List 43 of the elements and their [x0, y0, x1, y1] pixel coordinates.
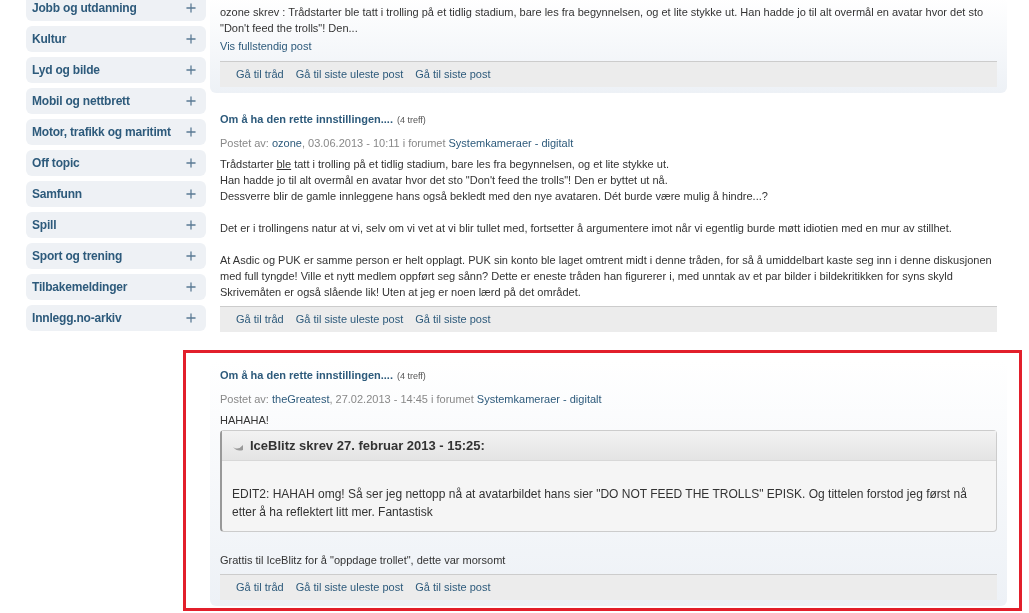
category-item[interactable]: Kultur — [26, 26, 206, 52]
hit-count: (4 treff) — [397, 369, 426, 383]
show-full-post-link[interactable]: Vis fullstendig post — [220, 38, 997, 55]
post-text: Dessverre blir de gamle innleggene hans også bekledt med den nye avataren. Dét burde være mulig å hindre...? — [220, 188, 769, 204]
meta-text: Postet av: — [220, 392, 270, 407]
meta-text: , 27.02.2013 - 14:45 i forumet — [329, 392, 475, 407]
category-item[interactable]: Sport og trening — [26, 243, 206, 269]
action-link[interactable]: Gå til tråd — [236, 310, 284, 328]
post-text: ozone skrev : Trådstarter ble tatt i trolling på et tidlig stadium, bare les fra begynnelsen, og et lite stykke ut. Han hadde jo til alt overmål en avatar hvor det sto "Don't feed the trolls"! Den... — [220, 5, 985, 36]
post-text: Grattis til IceBlitz for å "oppdage trollet", dette var morsomt — [220, 553, 507, 568]
action-link[interactable]: Gå til siste uleste post — [295, 65, 404, 83]
action-link[interactable]: Gå til tråd — [236, 579, 284, 596]
forum-link[interactable]: Systemkameraer - digitalt — [476, 391, 602, 408]
category-item[interactable]: Off topic — [26, 150, 206, 176]
action-link[interactable]: Gå til tråd — [236, 65, 284, 83]
category-item[interactable]: Tilbakemeldinger — [26, 274, 206, 300]
post-text: Skrivemåten er også slående lik! Uten at jeg er noen lærd på det området. — [220, 284, 582, 300]
thread-title-link[interactable]: Om å ha den rette innstillingen.... — [220, 110, 393, 127]
action-link[interactable]: Gå til siste uleste post — [295, 310, 404, 328]
post-text: HAHAHA! — [220, 412, 270, 428]
meta-text: Postet av: — [220, 136, 270, 151]
meta-text: , 03.06.2013 - 10:11 i forumet — [301, 136, 447, 151]
action-link[interactable]: Gå til siste post — [415, 579, 491, 596]
quote-text: EDIT2: HAHAH omg! Så ser jeg nettopp nå at avatarbildet hans sier "DO NOT FEED THE TROLLS" EPISK. Og tittelen forstod jeg først nå etter å ha reflektert litt mer. Fantastisk — [231, 486, 968, 521]
action-link[interactable]: Gå til siste post — [415, 65, 491, 83]
post-text: Han hadde jo til alt overmål en avatar hvor det sto "Don't feed the trolls"! Den er byttet ut nå. — [220, 172, 669, 188]
thread-title-link[interactable]: Om å ha den rette innstillingen.... — [220, 366, 393, 383]
category-item[interactable]: Lyd og bilde — [26, 57, 206, 83]
forum-link[interactable]: Systemkameraer - digitalt — [448, 135, 574, 152]
quote-header: IceBlitz skrev 27. februar 2013 - 15:25: — [250, 436, 485, 455]
action-link[interactable]: Gå til siste uleste post — [295, 579, 404, 596]
category-item[interactable]: Mobil og nettbrett — [26, 88, 206, 114]
category-item[interactable]: Jobb og utdanning — [26, 0, 206, 21]
post-text: Trådstarter ble tatt i trolling på et tidlig stadium, bare les fra begynnelsen, og et lite stykke ut. — [220, 156, 670, 172]
category-item[interactable]: Samfunn — [26, 181, 206, 207]
category-item[interactable]: Motor, trafikk og maritimt — [26, 119, 206, 145]
action-link[interactable]: Gå til siste post — [415, 310, 491, 328]
post-text: Det er i trollingens natur at vi, selv om vi vet at vi blir tullet med, fortsetter å argumentere imot når vi egentlig burde møtt idiotien med en mur av stillhet. — [220, 220, 953, 236]
author-link[interactable]: ozone — [272, 135, 302, 152]
post-text: At Asdic og PUK er samme person er helt opplagt. PUK sin konto ble laget omtrent midt i denne tråden, for så å umiddelbart kaste seg inn i denne diskusjonen med full tyngde! Ville et nytt medlem oppført seg sånn? Dette er eneste tråden han figurerer i, med unntak av et par bilder i bildekritikken for syns skyld — [220, 252, 993, 284]
hit-count: (4 treff) — [397, 113, 426, 127]
category-item[interactable]: Spill — [26, 212, 206, 238]
category-item[interactable]: Innlegg.no-arkiv — [26, 305, 206, 331]
